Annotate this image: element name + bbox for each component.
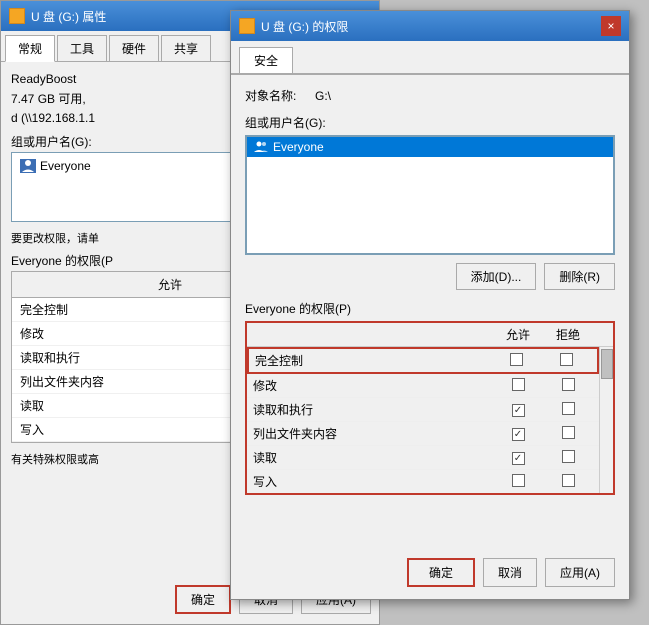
dialog-cancel-button[interactable]: 取消 [483, 558, 537, 587]
perm-4-allow-check[interactable]: ✓ [512, 452, 525, 465]
perm-row-listfolder: 列出文件夹内容 ✓ [247, 422, 599, 446]
object-name-row: 对象名称: G:\ [245, 87, 615, 104]
everyone-item[interactable]: Everyone [247, 137, 613, 157]
perms-header: 允许 拒绝 [247, 323, 613, 347]
perm-1-allow-check[interactable] [512, 378, 525, 391]
col-deny-label: 拒绝 [543, 326, 593, 343]
perm-row-readexec: 读取和执行 ✓ [247, 398, 599, 422]
perm-row-fullcontrol: 完全控制 [247, 347, 599, 374]
tab-security[interactable]: 安全 [239, 47, 293, 73]
group-label: 组或用户名(G): [245, 114, 615, 131]
perms-body: 完全控制 修改 [247, 347, 613, 493]
perm-row-read: 读取 ✓ [247, 446, 599, 470]
dialog-apply-button[interactable]: 应用(A) [545, 558, 615, 587]
drive-icon-dialog [239, 18, 255, 34]
bg-tab-tools[interactable]: 工具 [57, 35, 107, 61]
perm-5-deny-check[interactable] [562, 474, 575, 487]
perm-3-allow-check[interactable]: ✓ [512, 428, 525, 441]
bg-everyone-label: Everyone [40, 159, 91, 173]
perm-0-deny-check[interactable] [560, 353, 573, 366]
dialog-title: U 盘 (G:) 的权限 [261, 18, 601, 35]
dialog-ok-button[interactable]: 确定 [407, 558, 475, 587]
delete-button[interactable]: 删除(R) [544, 263, 615, 290]
object-value: G:\ [315, 89, 331, 103]
permissions-dialog: U 盘 (G:) 的权限 × 安全 对象名称: G:\ 组或用户名(G): Ev… [230, 10, 630, 600]
user-icon-bg [20, 159, 36, 173]
add-delete-buttons: 添加(D)... 删除(R) [245, 263, 615, 290]
everyone-label: Everyone [273, 140, 324, 154]
bg-ok-button[interactable]: 确定 [175, 585, 231, 614]
perms-section-label: Everyone 的权限(P) [245, 300, 615, 317]
col-allow-label: 允许 [493, 326, 543, 343]
dialog-body: 对象名称: G:\ 组或用户名(G): Everyone 添加(D)... 删除… [231, 75, 629, 515]
scrollbar-thumb[interactable] [601, 349, 613, 379]
bg-tab-share[interactable]: 共享 [161, 35, 211, 61]
perms-table-container: 允许 拒绝 完全控制 [245, 321, 615, 495]
drive-icon-bg [9, 8, 25, 24]
bg-tab-general[interactable]: 常规 [5, 35, 55, 62]
bg-tab-hardware[interactable]: 硬件 [109, 35, 159, 61]
dialog-close-button[interactable]: × [601, 16, 621, 36]
dialog-tabs: 安全 [231, 41, 629, 75]
perms-rows: 完全控制 修改 [247, 347, 599, 493]
group-listbox[interactable]: Everyone [245, 135, 615, 255]
perm-5-allow-check[interactable] [512, 474, 525, 487]
bg-perm-col-allow: 允许 [150, 276, 190, 293]
dialog-titlebar: U 盘 (G:) 的权限 × [231, 11, 629, 41]
perm-row-modify: 修改 [247, 374, 599, 398]
object-label: 对象名称: [245, 87, 315, 104]
perm-2-allow-check[interactable]: ✓ [512, 404, 525, 417]
add-button[interactable]: 添加(D)... [456, 263, 537, 290]
perm-4-deny-check[interactable] [562, 450, 575, 463]
bg-title: U 盘 (G:) 属性 [31, 8, 106, 25]
perm-row-write: 写入 [247, 470, 599, 493]
dialog-bottom-buttons: 确定 取消 应用(A) [407, 558, 615, 587]
user-group-icon [253, 140, 269, 154]
perm-0-allow-check[interactable] [510, 353, 523, 366]
perm-2-deny-check[interactable] [562, 402, 575, 415]
perm-1-deny-check[interactable] [562, 378, 575, 391]
perm-3-deny-check[interactable] [562, 426, 575, 439]
perms-scrollbar[interactable] [599, 347, 613, 493]
